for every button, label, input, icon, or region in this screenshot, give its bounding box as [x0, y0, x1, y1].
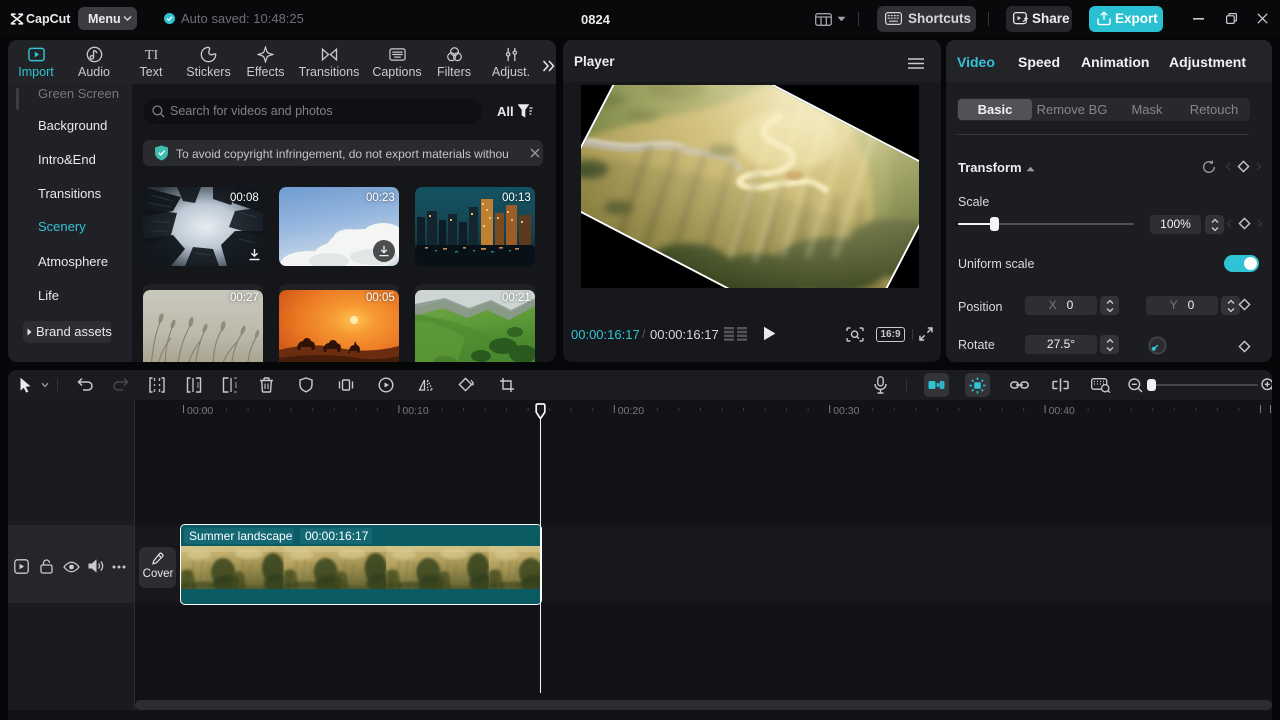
svg-text:00:40: 00:40 — [1049, 405, 1075, 417]
svg-text:00:30: 00:30 — [833, 405, 859, 417]
svg-text:00:00: 00:00 — [187, 405, 213, 417]
svg-text:00:10: 00:10 — [402, 405, 428, 417]
svg-text:TI: TI — [144, 47, 158, 63]
svg-text:00:20: 00:20 — [618, 405, 644, 417]
